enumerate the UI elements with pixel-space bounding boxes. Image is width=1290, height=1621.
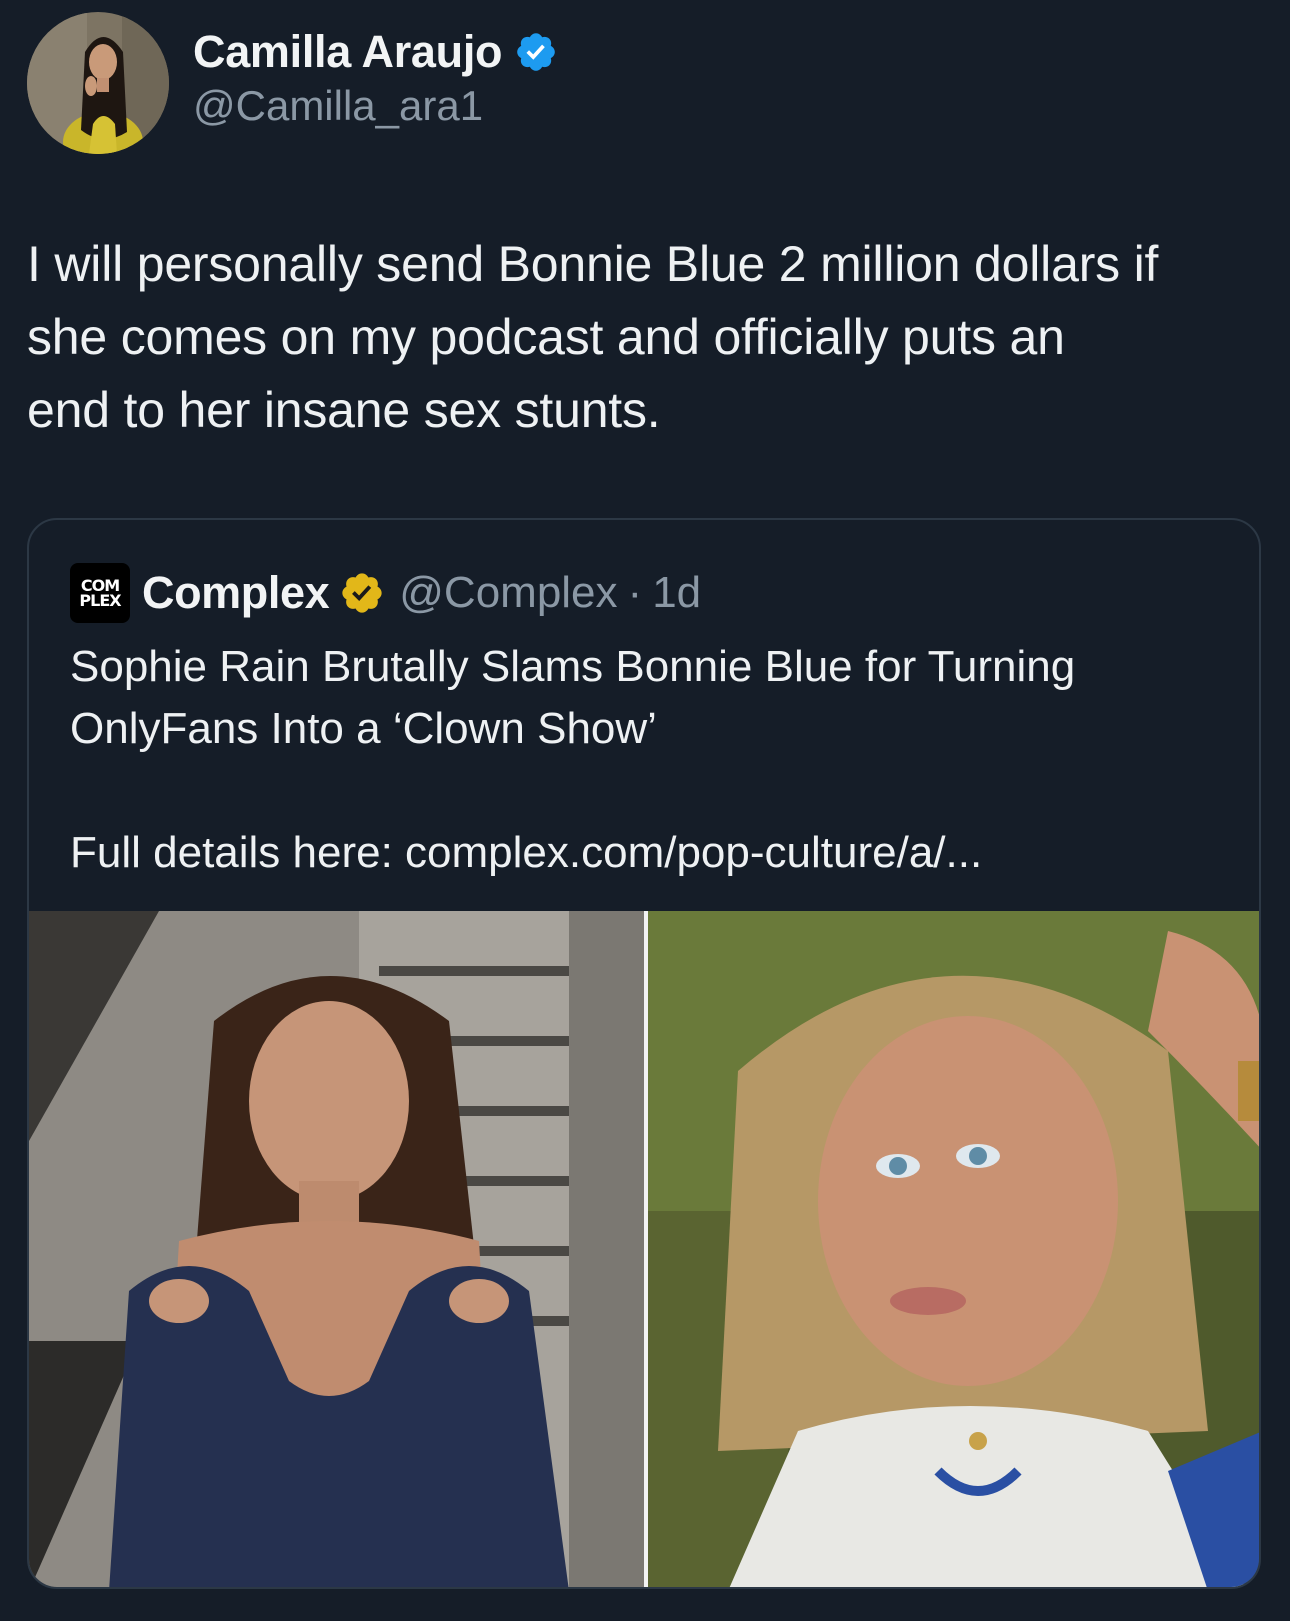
author-avatar[interactable] [27, 12, 169, 154]
avatar-photo [27, 12, 169, 154]
media-image-right[interactable] [648, 911, 1259, 1587]
complex-logo-avatar[interactable]: COM PLEX [70, 563, 130, 623]
gold-verified-badge-icon [339, 570, 385, 616]
quoted-tweet-header: COM PLEX Complex @Complex · 1d [70, 562, 701, 624]
quoted-headline-line: Sophie Rain Brutally Slams Bonnie Blue f… [70, 642, 1076, 691]
quoted-handle[interactable]: @Complex [399, 568, 617, 618]
logo-text-line: PLEX [79, 591, 121, 610]
tweet-text: I will personally send Bonnie Blue 2 mil… [27, 228, 1267, 447]
tweet-text-line: she comes on my podcast and officially p… [27, 309, 1065, 365]
author-name-row: Camilla Araujo [193, 24, 558, 80]
tweet-text-line: end to her insane sex stunts. [27, 382, 661, 438]
quoted-media[interactable] [29, 911, 1259, 1587]
separator-dot: · [627, 568, 643, 617]
photo-woman-navy-top [29, 911, 644, 1587]
author-handle[interactable]: @Camilla_ara1 [193, 82, 558, 130]
quoted-tweet-text: Sophie Rain Brutally Slams Bonnie Blue f… [70, 636, 1220, 884]
author-header: Camilla Araujo @Camilla_ara1 [193, 24, 558, 130]
quoted-timestamp[interactable]: 1d [652, 568, 701, 618]
quoted-details-link[interactable]: Full details here: complex.com/pop-cultu… [70, 822, 1220, 884]
media-image-left[interactable] [29, 911, 644, 1587]
tweet: Camilla Araujo @Camilla_ara1 I will pers… [0, 0, 1290, 1621]
quoted-display-name[interactable]: Complex [142, 567, 330, 619]
tweet-text-line: I will personally send Bonnie Blue 2 mil… [27, 236, 1159, 292]
author-display-name[interactable]: Camilla Araujo [193, 26, 503, 78]
quoted-headline-line: OnlyFans Into a ‘Clown Show’ [70, 704, 657, 753]
verified-badge-icon [514, 30, 558, 74]
quoted-tweet-card[interactable]: COM PLEX Complex @Complex · 1d Sophie Ra… [27, 518, 1261, 1589]
photo-woman-blonde [648, 911, 1259, 1587]
